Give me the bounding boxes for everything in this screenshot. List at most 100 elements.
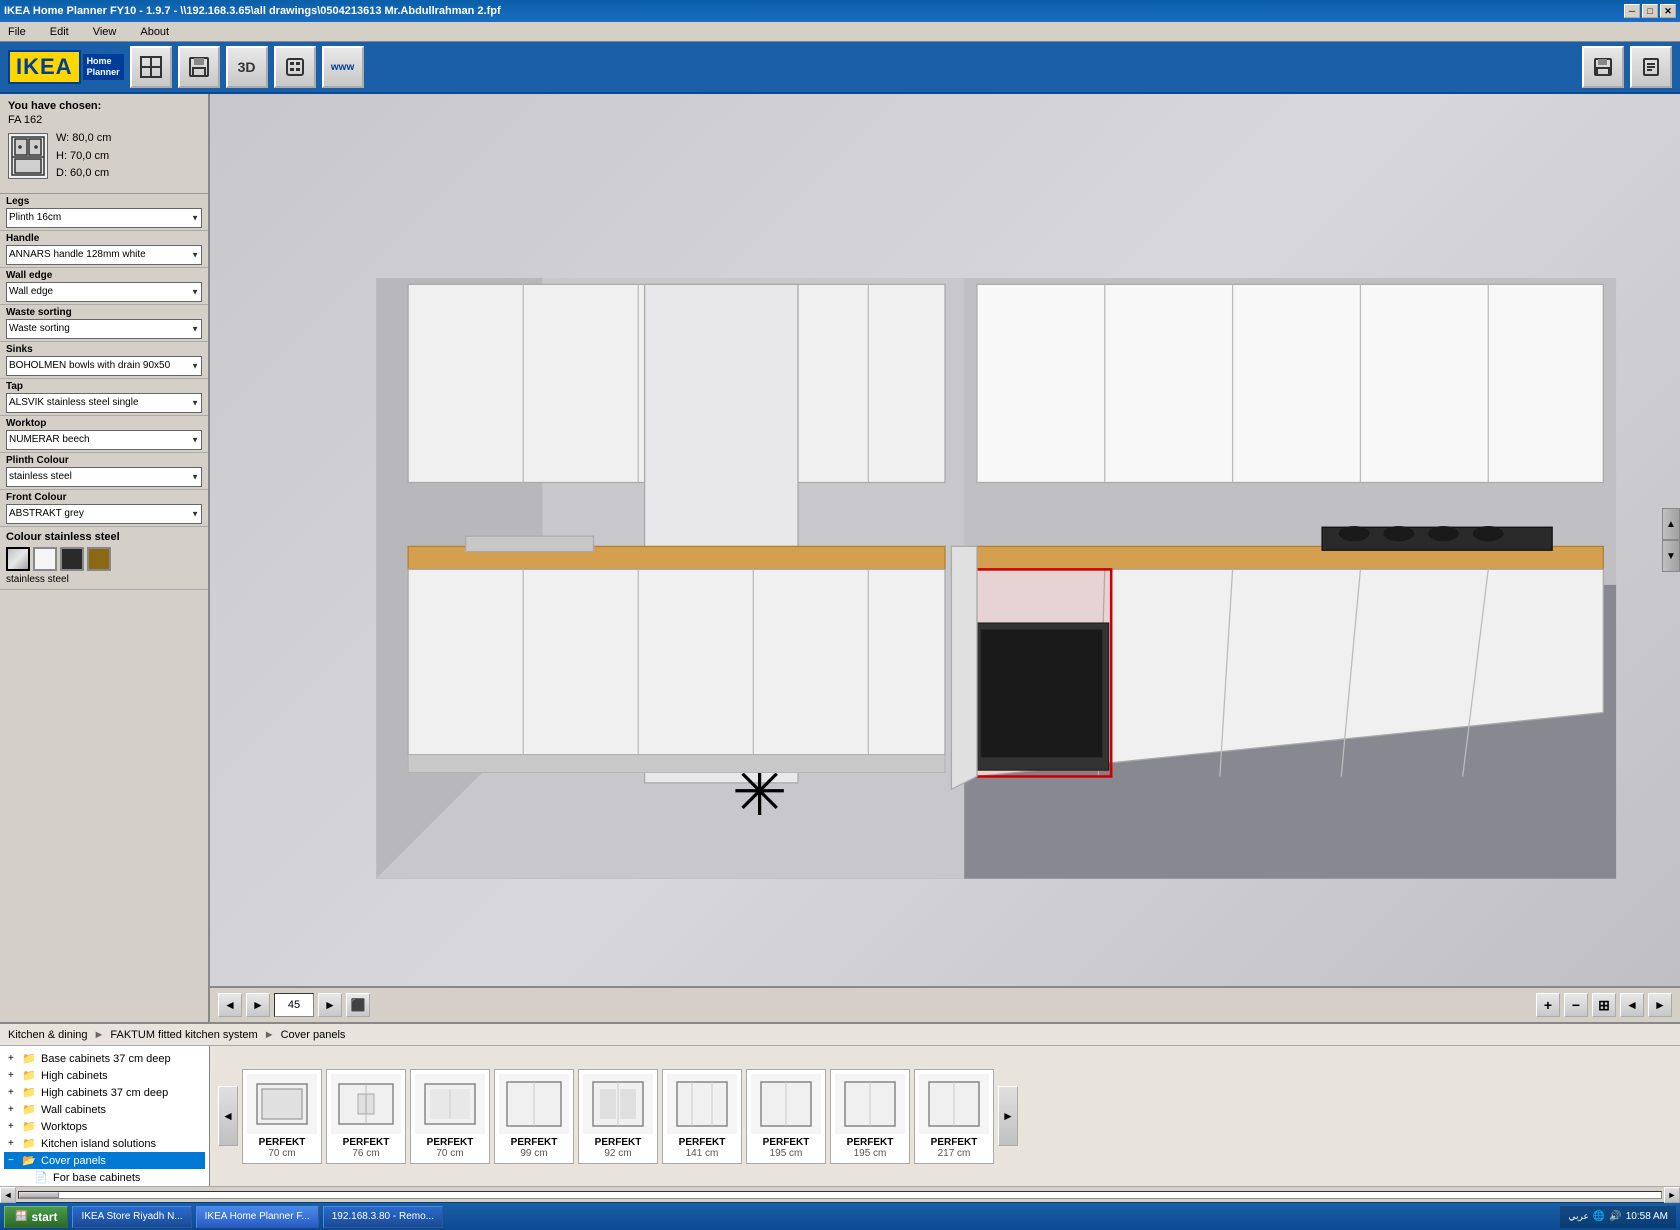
- taskbar-item-1[interactable]: IKEA Store Riyadh N...: [72, 1206, 191, 1228]
- colour-section-title: Colour stainless steel: [6, 531, 202, 543]
- zoom-alt-button[interactable]: ⬛: [346, 993, 370, 1017]
- tree-item-worktops[interactable]: + 📁 Worktops: [4, 1118, 205, 1135]
- folder-island-icon: 📁: [22, 1137, 38, 1150]
- prop-front-wrapper: ABSTRAKT grey: [6, 504, 202, 524]
- sinks-select[interactable]: BOHOLMEN bowls with drain 90x50: [6, 356, 202, 376]
- product-card-9[interactable]: PERFEKT 217 cm: [914, 1069, 994, 1164]
- prop-tap-label: Tap: [6, 381, 202, 392]
- breadcrumb-part2: FAKTUM fitted kitchen system: [110, 1029, 257, 1041]
- scrollbar-thumb[interactable]: [19, 1192, 59, 1198]
- tree-label-wall: Wall cabinets: [41, 1104, 106, 1116]
- prop-legs-label: Legs: [6, 196, 202, 207]
- zoom-out-button[interactable]: −: [1564, 993, 1588, 1017]
- nav-right-button[interactable]: ►: [1648, 993, 1672, 1017]
- product-card-6[interactable]: PERFEKT 141 cm: [662, 1069, 742, 1164]
- expand-base-icon: +: [8, 1053, 22, 1064]
- tree-item-high-cabinets[interactable]: + 📁 High cabinets: [4, 1067, 205, 1084]
- product-card-1[interactable]: PERFEKT 70 cm: [242, 1069, 322, 1164]
- scroll-right-arrow[interactable]: ►: [1664, 1187, 1680, 1203]
- prop-plinth-label: Plinth Colour: [6, 455, 202, 466]
- product-name-8: PERFEKT: [835, 1137, 905, 1148]
- sys-tray: عربي 🌐 🔊 10:58 AM: [1560, 1206, 1676, 1228]
- product-card-8[interactable]: PERFEKT 195 cm: [830, 1069, 910, 1164]
- floor-plan-button[interactable]: [130, 46, 172, 88]
- taskbar: 🪟 start IKEA Store Riyadh N... IKEA Home…: [0, 1202, 1680, 1230]
- worktop-select[interactable]: NUMERAR beech: [6, 430, 202, 450]
- menu-edit[interactable]: Edit: [46, 24, 73, 40]
- products-scroll-left[interactable]: ◄: [218, 1086, 238, 1146]
- 3d-view[interactable]: ✳ ▲ ▼: [210, 94, 1680, 986]
- swatch-black[interactable]: [60, 547, 84, 571]
- window-title: IKEA Home Planner FY10 - 1.9.7 - \\192.1…: [4, 5, 501, 17]
- expand-island-icon: +: [8, 1138, 22, 1149]
- prop-wall-edge: Wall edge Wall edge: [0, 268, 208, 305]
- www-button[interactable]: www: [322, 46, 364, 88]
- wall-edge-select[interactable]: Wall edge: [6, 282, 202, 302]
- scroll-up-button[interactable]: ▲: [1662, 508, 1680, 540]
- product-card-7[interactable]: PERFEKT 195 cm: [746, 1069, 826, 1164]
- menu-view[interactable]: View: [89, 24, 121, 40]
- handle-select[interactable]: ANNARS handle 128mm white: [6, 245, 202, 265]
- save-right-button[interactable]: [1582, 46, 1624, 88]
- tree-item-for-base[interactable]: 📄 For base cabinets: [4, 1169, 205, 1186]
- 3d-view-button[interactable]: 3D: [226, 46, 268, 88]
- breadcrumb-part1: Kitchen & dining: [8, 1029, 88, 1041]
- calculator-button[interactable]: [274, 46, 316, 88]
- prop-wall-edge-wrapper: Wall edge: [6, 282, 202, 302]
- nav-prev-button[interactable]: ◄: [218, 993, 242, 1017]
- page-right-button[interactable]: [1630, 46, 1672, 88]
- tree-label-island: Kitchen island solutions: [41, 1138, 156, 1150]
- expand-high-icon: +: [8, 1070, 22, 1081]
- product-img-9: [919, 1074, 989, 1134]
- tree-item-island[interactable]: + 📁 Kitchen island solutions: [4, 1135, 205, 1152]
- swatch-stainless[interactable]: [6, 547, 30, 571]
- tap-select[interactable]: ALSVIK stainless steel single: [6, 393, 202, 413]
- swatch-wood[interactable]: [87, 547, 111, 571]
- folder-forbase-icon: 📄: [34, 1171, 50, 1184]
- close-button[interactable]: ✕: [1660, 4, 1676, 18]
- zoom-in-button[interactable]: +: [1536, 993, 1560, 1017]
- products-scroll-right[interactable]: ►: [998, 1086, 1018, 1146]
- front-colour-select[interactable]: ABSTRAKT grey: [6, 504, 202, 524]
- nav-next-button[interactable]: ►: [246, 993, 270, 1017]
- taskbar-item-2[interactable]: IKEA Home Planner F...: [196, 1206, 319, 1228]
- product-card-4[interactable]: PERFEKT 99 cm: [494, 1069, 574, 1164]
- waste-sorting-select[interactable]: Waste sorting: [6, 319, 202, 339]
- start-button[interactable]: 🪟 start: [4, 1206, 68, 1228]
- zoom-confirm-button[interactable]: ►: [318, 993, 342, 1017]
- menu-file[interactable]: File: [4, 24, 30, 40]
- product-card-3[interactable]: PERFEKT 70 cm: [410, 1069, 490, 1164]
- left-panel: You have chosen: FA 162 W: 80,0 cm: [0, 94, 210, 1022]
- scroll-down-button[interactable]: ▼: [1662, 540, 1680, 572]
- scroll-left-arrow[interactable]: ◄: [0, 1187, 16, 1203]
- swatch-white[interactable]: [33, 547, 57, 571]
- item-info: You have chosen: FA 162 W: 80,0 cm: [0, 94, 208, 194]
- prop-sinks: Sinks BOHOLMEN bowls with drain 90x50: [0, 342, 208, 379]
- maximize-button[interactable]: □: [1642, 4, 1658, 18]
- nav-left-button[interactable]: ◄: [1620, 993, 1644, 1017]
- tree-item-base-cabinets[interactable]: + 📁 Base cabinets 37 cm deep: [4, 1050, 205, 1067]
- zoom-input[interactable]: 45: [274, 993, 314, 1017]
- legs-select[interactable]: Plinth 16cm: [6, 208, 202, 228]
- zoom-fit-button[interactable]: ⊞: [1592, 993, 1616, 1017]
- tree-item-wall[interactable]: + 📁 Wall cabinets: [4, 1101, 205, 1118]
- prop-handle-select-wrapper: ANNARS handle 128mm white: [6, 245, 202, 265]
- tree-item-cover[interactable]: − 📂 Cover panels: [4, 1152, 205, 1169]
- colour-name-label: stainless steel: [6, 574, 202, 585]
- item-preview: W: 80,0 cm H: 70,0 cm D: 60,0 cm: [8, 126, 200, 187]
- taskbar-item-3[interactable]: 192.168.3.80 - Remo...: [323, 1206, 443, 1228]
- product-card-5[interactable]: PERFEKT 92 cm: [578, 1069, 658, 1164]
- save-button[interactable]: [178, 46, 220, 88]
- plinth-colour-select[interactable]: stainless steel: [6, 467, 202, 487]
- menu-about[interactable]: About: [136, 24, 173, 40]
- horizontal-scrollbar-track[interactable]: [18, 1191, 1662, 1199]
- minimize-button[interactable]: ─: [1624, 4, 1640, 18]
- product-size-8: 195 cm: [835, 1148, 905, 1159]
- expand-high37-icon: +: [8, 1087, 22, 1098]
- tree-label-high37: High cabinets 37 cm deep: [41, 1087, 168, 1099]
- product-size-1: 70 cm: [247, 1148, 317, 1159]
- main-container: You have chosen: FA 162 W: 80,0 cm: [0, 94, 1680, 1022]
- tree-item-high-37[interactable]: + 📁 High cabinets 37 cm deep: [4, 1084, 205, 1101]
- product-card-2[interactable]: PERFEKT 76 cm: [326, 1069, 406, 1164]
- prop-handle-label: Handle: [6, 233, 202, 244]
